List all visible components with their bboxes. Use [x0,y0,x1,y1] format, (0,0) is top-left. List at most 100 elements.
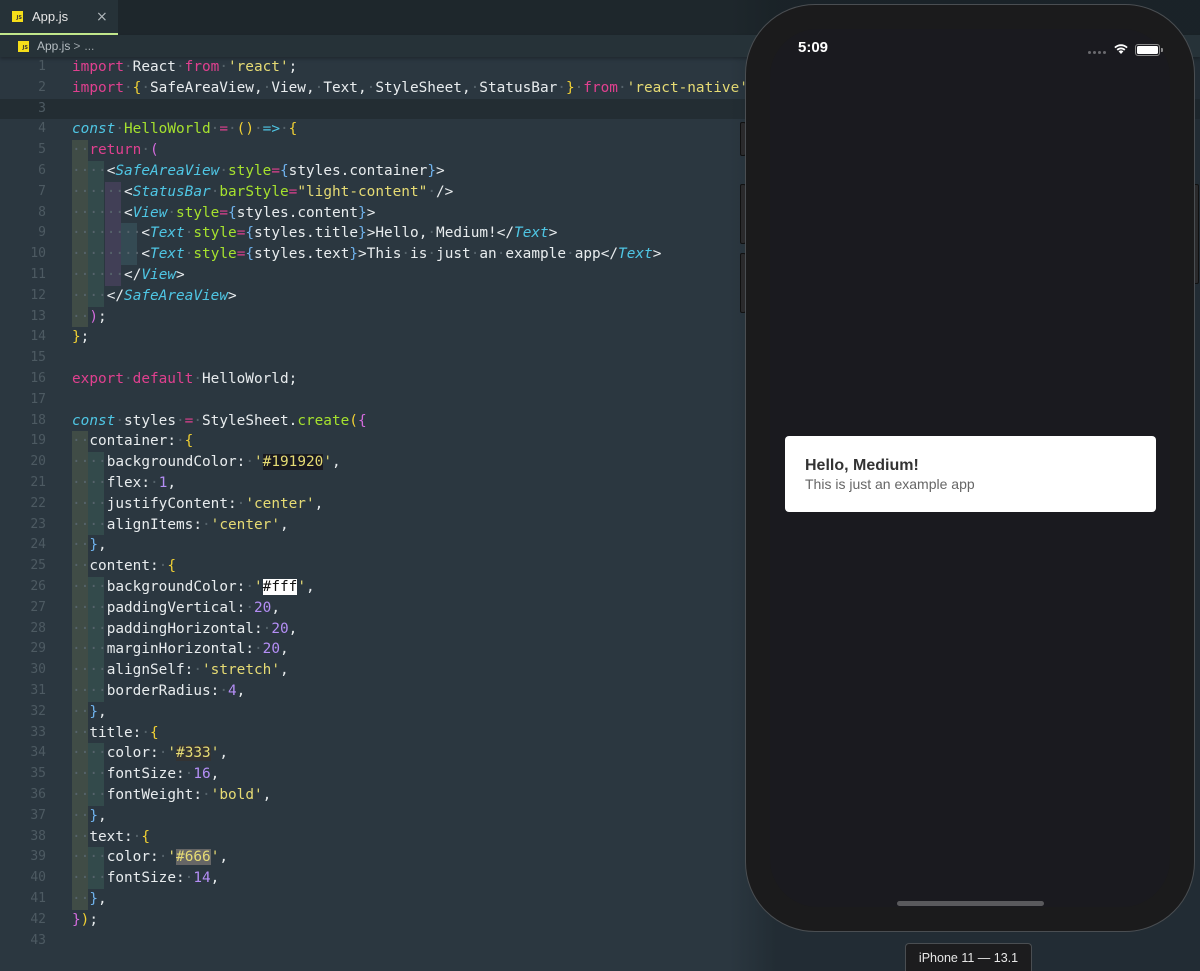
line-number: 5 [38,142,46,158]
line-number: 25 [30,558,46,574]
line-number: 43 [30,932,46,948]
code-text: ······<StatusBar·barStyle="light-content… [72,183,454,200]
code-text: ····backgroundColor:·'#191920', [72,454,341,471]
content-card: Hello, Medium! This is just an example a… [785,436,1156,512]
code-text: ····fontWeight:·'bold', [72,787,272,803]
line-number: 24 [30,537,46,553]
code-text: ····alignItems:·'center', [72,516,289,533]
breadcrumb-file[interactable]: App.js [37,39,70,53]
breadcrumb-separator: > [73,39,81,53]
line-number: 6 [38,163,46,178]
code-text: ··text:·{ [72,828,151,845]
js-file-icon: JS [18,40,29,52]
tab-app-js[interactable]: JS App.js × [0,0,118,35]
code-text: ····flex:·1, [72,475,177,491]
code-text: ··content:·{ [72,558,177,575]
line-number: 18 [30,412,46,428]
line-number: 14 [30,329,46,345]
close-tab-icon[interactable]: × [96,9,108,25]
code-text: ··}, [72,807,107,824]
code-text: ····borderRadius:·4, [72,683,246,699]
home-indicator[interactable] [897,901,1044,906]
line-number: 39 [30,849,46,865]
line-number: 1 [38,59,46,74]
line-number: 19 [30,433,46,449]
app-text: This is just an example app [805,476,975,492]
code-text: import·React·from·'react'; [72,59,298,75]
code-text: import·{·SafeAreaView,·View,·Text,·Style… [72,79,757,96]
line-number: 22 [30,495,46,511]
line-number: 41 [30,891,46,906]
code-text: const·styles·=·StyleSheet.create({ [72,412,367,429]
code-text: ··title:·{ [72,724,159,741]
line-number: 13 [30,308,46,324]
code-text: const·HelloWorld·=·()·=>·{ [72,121,298,138]
line-number: 7 [38,183,46,199]
code-text: ··}, [72,703,107,720]
line-number: 2 [38,79,46,95]
code-text: ··return·( [72,142,159,159]
code-text: ····fontSize:·14, [72,870,220,887]
code-text: ····justifyContent:·'center', [72,495,324,512]
code-text: ······<View·style={styles.content}> [72,204,376,221]
code-text: ····<SafeAreaView·style={styles.containe… [72,163,445,179]
code-text: ····paddingVertical:·20, [72,599,280,616]
breadcrumb-symbols[interactable]: ... [84,39,94,53]
battery-tip [1161,48,1163,52]
line-number: 42 [30,911,46,927]
code-text: ········<Text·style={styles.title}>Hello… [72,225,558,242]
line-number: 37 [30,807,46,823]
line-number: 8 [38,204,46,220]
line-number: 32 [30,703,46,719]
line-number: 34 [30,745,46,761]
code-text: ····paddingHorizontal:·20, [72,620,298,637]
status-time: 5:09 [798,39,829,56]
line-number: 35 [30,766,46,782]
code-text: }); [72,911,99,928]
code-text: ····fontSize:·16, [72,766,220,783]
line-number: 12 [30,287,46,303]
code-text: }; [72,329,90,346]
cellular-dots-icon [1088,51,1106,54]
tab-label: App.js [32,9,69,24]
line-number: 23 [30,516,46,532]
app-title: Hello, Medium! [805,457,919,474]
code-text: ··}, [72,537,107,554]
line-number: 26 [30,579,46,594]
line-number: 3 [38,100,46,116]
line-number: 36 [30,787,46,802]
line-number: 11 [30,267,46,282]
line-number: 40 [30,870,46,886]
code-text: export·default·HelloWorld; [72,371,298,387]
line-number: 38 [30,828,46,844]
line-number: 31 [30,683,46,698]
line-number: 9 [38,225,46,241]
code-text: ····color:·'#666', [72,849,229,866]
line-number: 17 [30,391,46,407]
code-text: ····</SafeAreaView> [72,287,237,304]
code-text: ····backgroundColor:·'#fff', [72,579,315,595]
code-text: ··}, [72,891,107,907]
line-number: 33 [30,724,46,740]
code-text: ····marginHorizontal:·20, [72,641,289,658]
line-number: 20 [30,454,46,470]
line-number: 21 [30,475,46,490]
js-file-icon: JS [12,11,23,22]
code-text: ······</View> [72,267,185,283]
code-text: ··container:·{ [72,433,194,450]
line-number: 15 [30,350,46,366]
code-text: ····alignSelf:·'stretch', [72,662,289,679]
line-number: 27 [30,599,46,615]
iphone-simulator: 5:09 Hello, Medium! This is just an exam… [745,4,1195,932]
code-text: ··); [72,308,107,325]
battery-full-icon [1135,44,1160,56]
line-number: 29 [30,641,46,657]
code-text: ····color:·'#333', [72,745,229,762]
line-number: 28 [30,620,46,636]
line-number: 10 [30,246,46,262]
device-label: iPhone 11 — 13.1 [905,943,1032,971]
line-number: 30 [30,662,46,678]
line-number: 16 [30,371,46,386]
line-number: 4 [38,121,46,137]
wifi-icon [1114,44,1128,54]
